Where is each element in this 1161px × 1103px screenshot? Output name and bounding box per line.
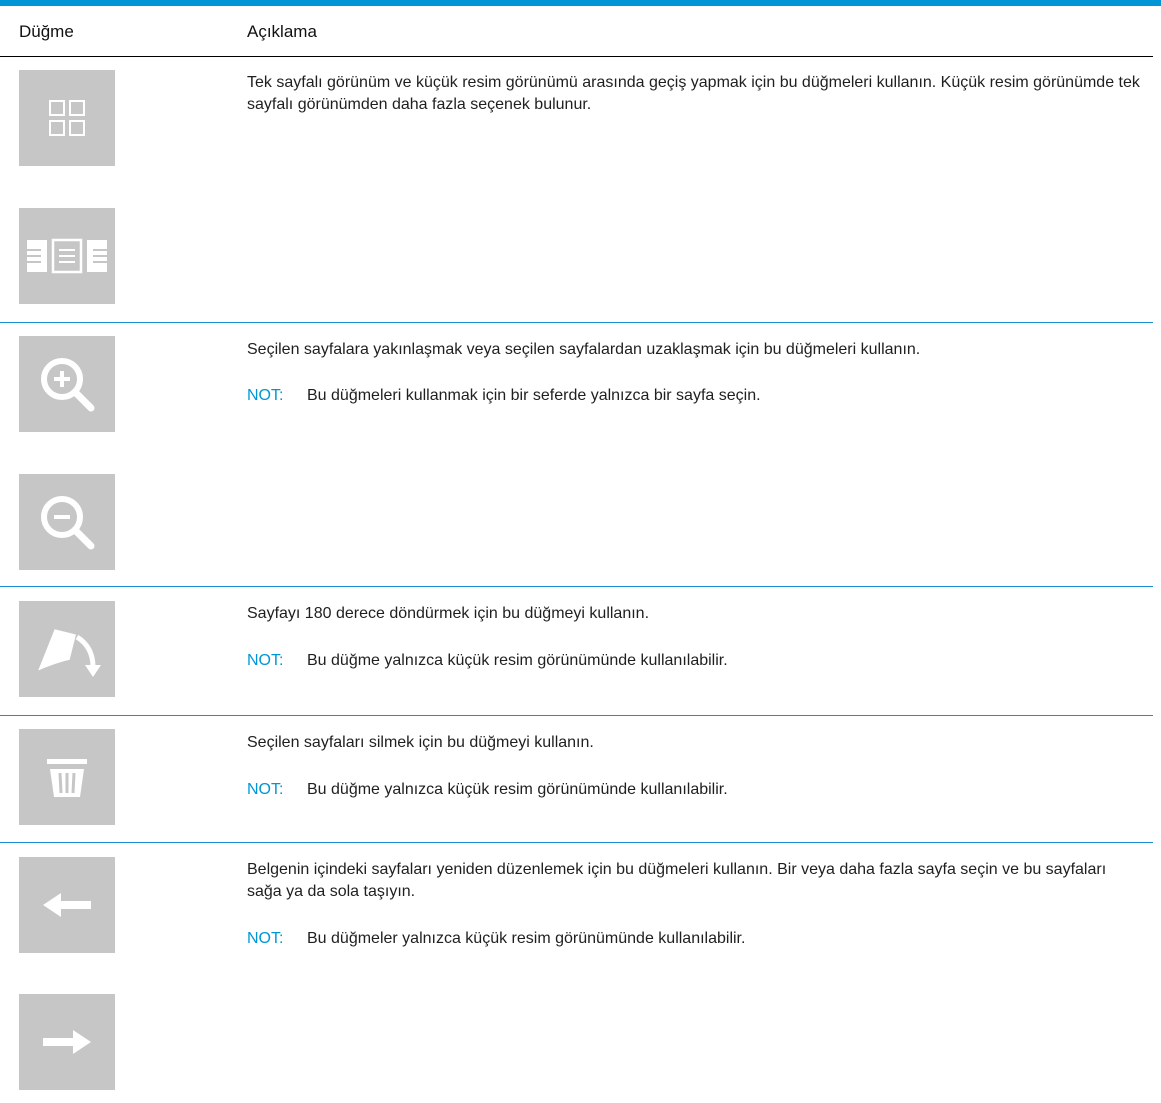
note-label: NOT: [247,781,284,798]
note-text: Bu düğmeleri kullanmak için bir seferde … [307,387,761,404]
thumbnail-view-icon [49,100,85,136]
row-divider [0,842,1153,843]
row-description: Tek sayfalı görünüm ve küçük resim görün… [247,74,1140,113]
column-header-button: Düğme [19,22,74,41]
row-description: Seçilen sayfaları silmek için bu düğmeyi… [247,734,594,751]
row-description: Belgenin içindeki sayfaları yeniden düze… [247,861,1107,900]
header-divider [0,56,1153,57]
thumbnail-view-button[interactable] [19,70,115,166]
row-divider [0,322,1153,323]
row-note: NOT: Bu düğmeler yalnızca küçük resim gör… [247,928,745,950]
note-text: Bu düğmeler yalnızca küçük resim görünüm… [307,930,746,947]
column-header-description: Açıklama [247,22,317,41]
single-page-view-icon [27,238,107,274]
zoom-out-icon [41,496,95,550]
rotate-page-icon [38,629,101,677]
trash-icon [47,759,87,797]
move-left-button[interactable] [19,857,115,953]
zoom-in-icon [41,358,95,412]
arrow-right-icon [43,1030,91,1054]
arrow-left-icon [43,893,91,917]
note-text: Bu düğme yalnızca küçük resim görünümünd… [307,652,728,669]
zoom-out-button[interactable] [19,474,115,570]
single-page-view-button[interactable] [19,208,115,304]
row-note: NOT: Bu düğme yalnızca küçük resim görünü… [247,650,728,672]
note-text: Bu düğme yalnızca küçük resim görünümünd… [307,781,728,798]
row-description: Sayfayı 180 derece döndürmek için bu düğ… [247,605,650,622]
zoom-in-button[interactable] [19,336,115,432]
row-divider [0,715,1153,716]
row-note: NOT: Bu düğme yalnızca küçük resim görünü… [247,779,728,801]
delete-button[interactable] [19,729,115,825]
rotate-page-button[interactable] [19,601,115,697]
move-right-button[interactable] [19,994,115,1090]
table-header: Düğme Açıklama [0,6,1161,56]
row-description: Seçilen sayfalara yakınlaşmak veya seçil… [247,341,921,358]
row-divider [0,586,1153,587]
note-label: NOT: [247,930,284,947]
row-note: NOT: Bu düğmeleri kullanmak için bir sefe… [247,385,761,407]
note-label: NOT: [247,387,284,404]
note-label: NOT: [247,652,284,669]
